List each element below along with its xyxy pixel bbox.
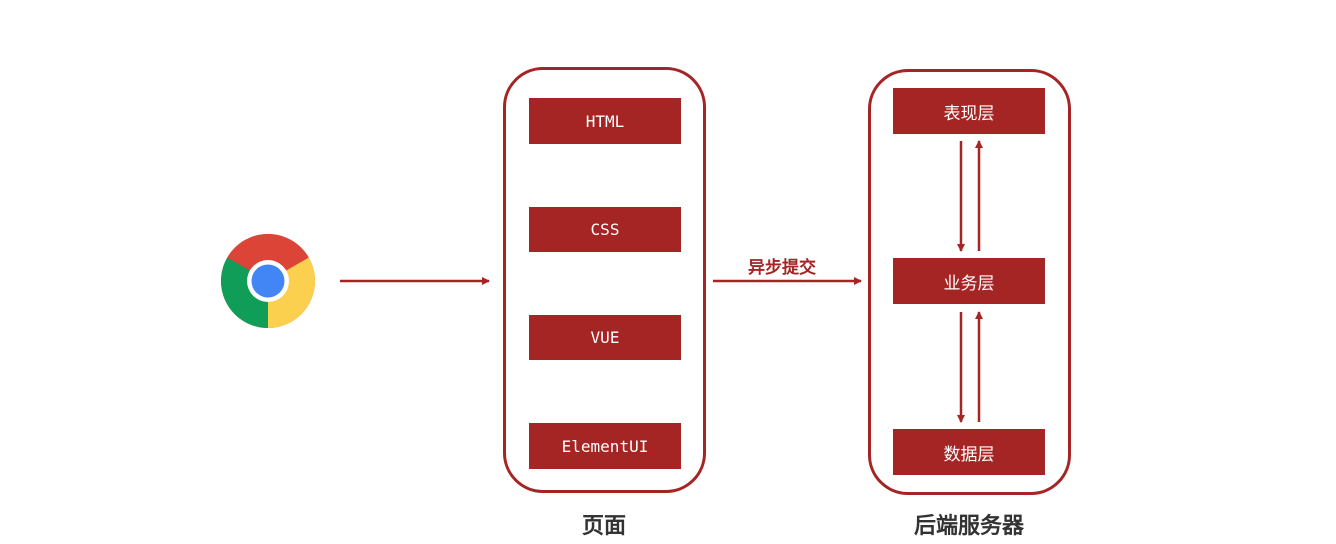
backend-layer-business: 业务层 <box>893 258 1045 304</box>
frontend-item-elementui: ElementUI <box>529 423 681 469</box>
async-submit-label: 异步提交 <box>748 258 816 278</box>
frontend-item-vue: VUE <box>529 315 681 360</box>
frontend-caption: 页面 <box>581 514 627 539</box>
backend-layer-presentation: 表现层 <box>893 88 1045 134</box>
frontend-item-css: CSS <box>529 207 681 252</box>
frontend-item-html: HTML <box>529 98 681 144</box>
backend-caption: 后端服务器 <box>913 514 1025 539</box>
backend-layer-data: 数据层 <box>893 429 1045 475</box>
